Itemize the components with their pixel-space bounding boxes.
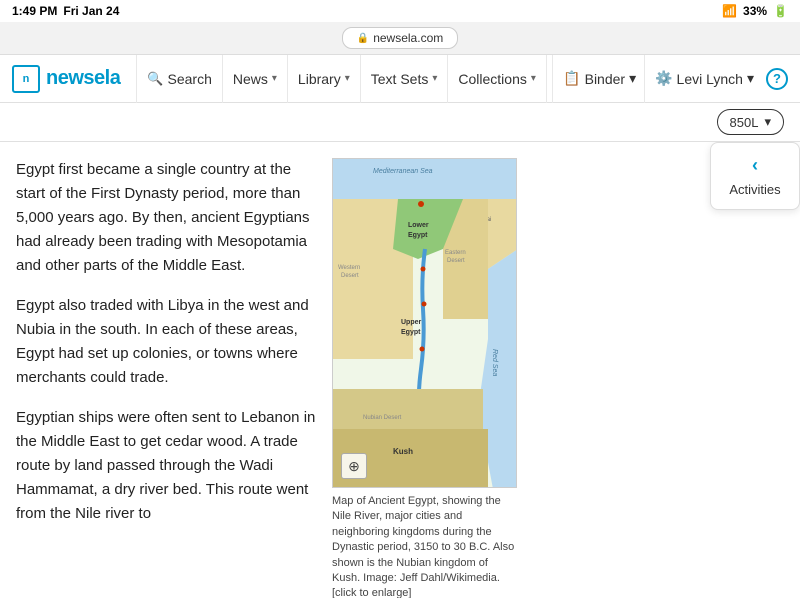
map-image[interactable]: Mediterranean Sea Sinai Red Sea Western … xyxy=(332,158,517,488)
svg-text:Lower: Lower xyxy=(408,222,429,229)
svg-text:Egypt: Egypt xyxy=(401,329,421,336)
news-chevron-icon: ▾ xyxy=(272,73,277,84)
binder-button[interactable]: 📋 Binder ▾ xyxy=(552,55,636,103)
status-bar: 1:49 PM Fri Jan 24 📶 33% 🔋 xyxy=(0,0,800,22)
chevron-left-icon: ‹ xyxy=(752,155,758,176)
map-caption: Map of Ancient Egypt, showing the Nile R… xyxy=(332,494,517,598)
library-chevron-icon: ▾ xyxy=(345,73,350,84)
svg-text:Mediterranean Sea: Mediterranean Sea xyxy=(373,168,433,175)
date: Fri Jan 24 xyxy=(63,4,119,18)
lock-icon: 🔒 xyxy=(357,33,369,44)
svg-text:Upper: Upper xyxy=(401,319,422,326)
signal-percent: 33% xyxy=(743,4,767,18)
url-pill[interactable]: 🔒 newsela.com xyxy=(342,27,458,49)
user-chevron-icon: ▾ xyxy=(747,70,754,87)
level-dropdown-icon: ▾ xyxy=(764,114,771,130)
status-left: 1:49 PM Fri Jan 24 xyxy=(12,4,119,18)
nav-textsets-label: Text Sets xyxy=(371,71,429,87)
search-icon: 🔍 xyxy=(147,71,163,87)
reading-level-selector[interactable]: 850L ▾ xyxy=(717,109,784,135)
nav-library-label: Library xyxy=(298,71,341,87)
help-icon: ? xyxy=(773,71,781,86)
map-svg: Mediterranean Sea Sinai Red Sea Western … xyxy=(333,159,517,488)
svg-text:Red Sea: Red Sea xyxy=(491,349,498,376)
nav-collections-label: Collections xyxy=(458,71,526,87)
activities-toggle-button[interactable]: ‹ Activities xyxy=(710,142,800,210)
nav-news-label: News xyxy=(233,71,268,87)
user-button[interactable]: ⚙️ Levi Lynch ▾ xyxy=(644,55,754,103)
nav-right: 📋 Binder ▾ ⚙️ Levi Lynch ▾ ? xyxy=(552,55,788,103)
textsets-chevron-icon: ▾ xyxy=(432,73,437,84)
nav-library[interactable]: Library ▾ xyxy=(288,55,361,103)
collections-chevron-icon: ▾ xyxy=(531,73,536,84)
svg-text:Eastern: Eastern xyxy=(445,250,466,256)
paragraph-3: Egyptian ships were often sent to Lebano… xyxy=(16,406,316,526)
activities-panel: ‹ Activities xyxy=(710,142,800,210)
nav-collections[interactable]: Collections ▾ xyxy=(448,55,547,103)
svg-text:Egypt: Egypt xyxy=(408,232,428,239)
article-body: Egypt first became a single country at t… xyxy=(16,158,316,598)
svg-text:Desert: Desert xyxy=(341,273,359,279)
zoom-button[interactable]: ⊕ xyxy=(341,453,367,479)
svg-text:Nubian Desert: Nubian Desert xyxy=(363,415,402,421)
help-button[interactable]: ? xyxy=(766,68,788,90)
wifi-icon: 📶 xyxy=(722,4,737,18)
paragraph-1: Egypt first became a single country at t… xyxy=(16,158,316,278)
svg-text:Western: Western xyxy=(338,265,360,271)
zoom-icon: ⊕ xyxy=(348,458,360,475)
battery-icon: 🔋 xyxy=(773,4,788,18)
navbar: n newsela 🔍 Search News ▾ Library ▾ Text… xyxy=(0,55,800,103)
nav-items: 🔍 Search News ▾ Library ▾ Text Sets ▾ Co… xyxy=(136,55,552,103)
content-area: Egypt first became a single country at t… xyxy=(0,142,800,598)
svg-text:Desert: Desert xyxy=(447,258,465,264)
url-bar[interactable]: 🔒 newsela.com xyxy=(0,22,800,55)
logo-icon: n xyxy=(12,65,40,93)
binder-chevron-icon: ▾ xyxy=(629,70,636,87)
logo-text: newsela xyxy=(46,67,120,90)
binder-icon: 📋 xyxy=(563,70,580,87)
svg-text:Kush: Kush xyxy=(393,447,413,456)
map-container: Mediterranean Sea Sinai Red Sea Western … xyxy=(332,158,517,598)
nav-search[interactable]: 🔍 Search xyxy=(136,55,223,103)
paragraph-2: Egypt also traded with Libya in the west… xyxy=(16,294,316,390)
logo[interactable]: n newsela xyxy=(12,65,120,93)
activities-label: Activities xyxy=(729,182,780,197)
user-name: Levi Lynch xyxy=(677,71,743,87)
reading-level-value: 850L xyxy=(730,115,759,130)
gear-icon: ⚙️ xyxy=(655,70,672,87)
level-bar: 850L ▾ xyxy=(0,103,800,142)
nav-textsets[interactable]: Text Sets ▾ xyxy=(361,55,449,103)
binder-label: Binder xyxy=(585,71,625,87)
url-text: newsela.com xyxy=(373,31,443,45)
time: 1:49 PM xyxy=(12,4,57,18)
status-right: 📶 33% 🔋 xyxy=(722,4,788,18)
nav-search-label: Search xyxy=(168,71,212,87)
nav-news[interactable]: News ▾ xyxy=(223,55,288,103)
